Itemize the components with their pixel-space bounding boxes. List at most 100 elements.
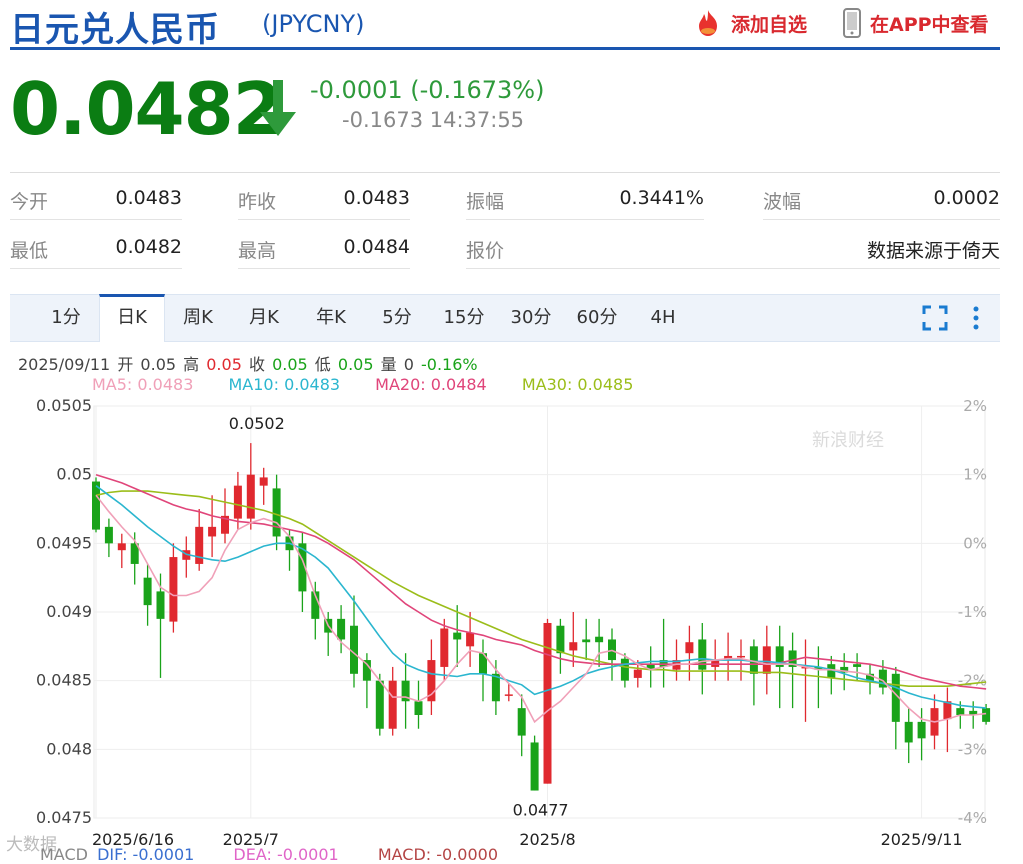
- candle-body: [620, 658, 629, 681]
- candle-body: [104, 526, 113, 544]
- stat-quote-source: 报价 数据来源于倚天: [466, 225, 1000, 269]
- candle-body: [737, 655, 745, 658]
- sina-watermark: 新浪财经: [812, 430, 884, 451]
- stat-low: 最低 0.0482: [10, 225, 182, 269]
- y-tick-label: 0.0475: [36, 808, 92, 827]
- tab-4h[interactable]: 4H: [633, 295, 693, 342]
- y-tick-label-right: -1%: [958, 603, 987, 621]
- view-in-app-button[interactable]: 在APP中查看: [842, 8, 989, 38]
- stat-range: 波幅 0.0002: [763, 176, 1000, 220]
- stat-amplitude: 振幅 0.3441%: [466, 176, 704, 220]
- stat-label: 昨收: [238, 191, 277, 213]
- extreme-price-label: 0.0502: [229, 414, 285, 433]
- extreme-price-label: 0.0477: [513, 801, 569, 820]
- candle-body: [169, 557, 178, 622]
- ma-legend: MA5: 0.0483 MA10: 0.0483 MA20: 0.0484 MA…: [92, 375, 663, 394]
- tab-weekly[interactable]: 周K: [168, 295, 228, 342]
- candle-body: [982, 708, 991, 722]
- macd-label: MACD: [40, 845, 88, 864]
- stat-value: 0.0002: [933, 187, 1000, 209]
- stat-value: 0.0484: [343, 236, 410, 258]
- ma20-line: [95, 473, 987, 690]
- info-open: 0.05: [140, 355, 177, 374]
- candle-body: [453, 632, 462, 640]
- y-tick-label: 0.0505: [36, 396, 92, 415]
- candle-body: [556, 625, 565, 654]
- candles: [92, 443, 991, 791]
- candle-body: [956, 708, 965, 715]
- x-tick-label: 2025/8: [519, 830, 575, 845]
- candle-body: [375, 680, 384, 729]
- info-high: 0.05: [206, 355, 242, 374]
- tab-yearly[interactable]: 年K: [301, 295, 361, 342]
- more-menu-icon[interactable]: [961, 303, 991, 333]
- tab-60min[interactable]: 60分: [566, 295, 628, 342]
- y-tick-label: 0.05: [56, 465, 92, 484]
- info-date: 2025/09/11: [18, 355, 111, 374]
- fullscreen-icon[interactable]: [920, 303, 950, 333]
- stat-high: 最高 0.0484: [238, 225, 410, 269]
- candle-body: [233, 485, 242, 519]
- stat-prev-close: 昨收 0.0483: [238, 176, 410, 220]
- ma30-legend: MA30: 0.0485: [521, 375, 634, 394]
- ma-lines: [95, 473, 987, 724]
- candle-body: [259, 477, 268, 486]
- ma5-legend: MA5: 0.0483: [92, 375, 194, 394]
- y-axis-right: 2%1%0%-1%-2%-3%-4%: [958, 397, 987, 827]
- price-change-time: -0.1673 14:37:55: [342, 108, 525, 132]
- tab-15min[interactable]: 15分: [433, 295, 495, 342]
- info-vol: 0: [403, 355, 414, 374]
- candle-body: [466, 632, 475, 647]
- info-pct: -0.16%: [421, 355, 478, 374]
- candle-body: [530, 742, 539, 791]
- add-watchlist-button[interactable]: 添加自选: [693, 8, 807, 38]
- info-vol-label: 量: [380, 355, 397, 374]
- candle-body: [414, 701, 423, 715]
- ma5-line: [95, 494, 987, 724]
- fire-icon: [699, 10, 717, 36]
- y-axis: 0.0505 0.05 0.0495 0.049 0.0485 0.048 0.0475: [36, 396, 92, 827]
- candle-body: [272, 488, 281, 537]
- y-tick-label-right: 1%: [963, 466, 987, 484]
- add-watchlist-label: 添加自选: [731, 13, 808, 36]
- page-header: 日元兑人民币 (JPYCNY) 添加自选 在APP中查看: [10, 0, 1000, 50]
- view-in-app-label: 在APP中查看: [870, 13, 989, 36]
- stat-value: 数据来源于倚天: [866, 240, 1000, 262]
- macd-legend: MACD DIF: -0.0001 DEA: -0.0001 MACD: -0.…: [40, 845, 532, 864]
- y-tick-label-right: 0%: [963, 534, 987, 552]
- stats-row-2: 最低 0.0482 最高 0.0484 报价 数据来源于倚天: [10, 225, 1000, 269]
- tab-5min[interactable]: 5分: [367, 295, 427, 342]
- chart-grid: [93, 405, 986, 819]
- stat-value: 0.3441%: [619, 187, 704, 209]
- info-high-label: 高: [183, 355, 200, 374]
- stat-value: 0.0483: [115, 187, 182, 209]
- tab-1min[interactable]: 1分: [36, 295, 96, 342]
- tab-monthly[interactable]: 月K: [234, 295, 294, 342]
- info-close: 0.05: [272, 355, 308, 374]
- watermark-brand: 新浪财经: [812, 430, 884, 451]
- candle-body: [117, 543, 126, 551]
- ma20-legend: MA20: 0.0484: [375, 375, 487, 394]
- candle-body: [246, 474, 255, 519]
- stat-value: 0.0483: [343, 187, 410, 209]
- kline-chart[interactable]: 0.0505 0.05 0.0495 0.049 0.0485 0.048 0.0475 2…: [0, 395, 1023, 845]
- stat-label: 最高: [238, 240, 277, 262]
- candle-body: [762, 646, 771, 674]
- y-tick-label: 0.0495: [36, 533, 92, 552]
- divider: [10, 172, 1000, 173]
- info-low: 0.05: [337, 355, 374, 374]
- candle-body: [156, 591, 165, 619]
- y-tick-label: 0.049: [46, 602, 92, 621]
- tab-30min[interactable]: 30分: [500, 295, 562, 342]
- stat-label: 振幅: [466, 191, 505, 213]
- price-change: -0.0001 (-0.1673%): [310, 76, 545, 104]
- tab-daily[interactable]: 日K: [99, 294, 165, 342]
- currency-symbol: (JPYCNY): [262, 10, 365, 38]
- stat-value: 0.0482: [115, 236, 182, 258]
- y-tick-label: 0.048: [46, 739, 92, 758]
- candle-body: [917, 721, 926, 739]
- candle-body: [569, 642, 578, 651]
- period-tabs: 1分 日K 周K 月K 年K 5分 15分 30分 60分 4H: [10, 294, 1000, 342]
- stat-label: 最低: [10, 240, 49, 262]
- stat-open: 今开 0.0483: [10, 176, 182, 220]
